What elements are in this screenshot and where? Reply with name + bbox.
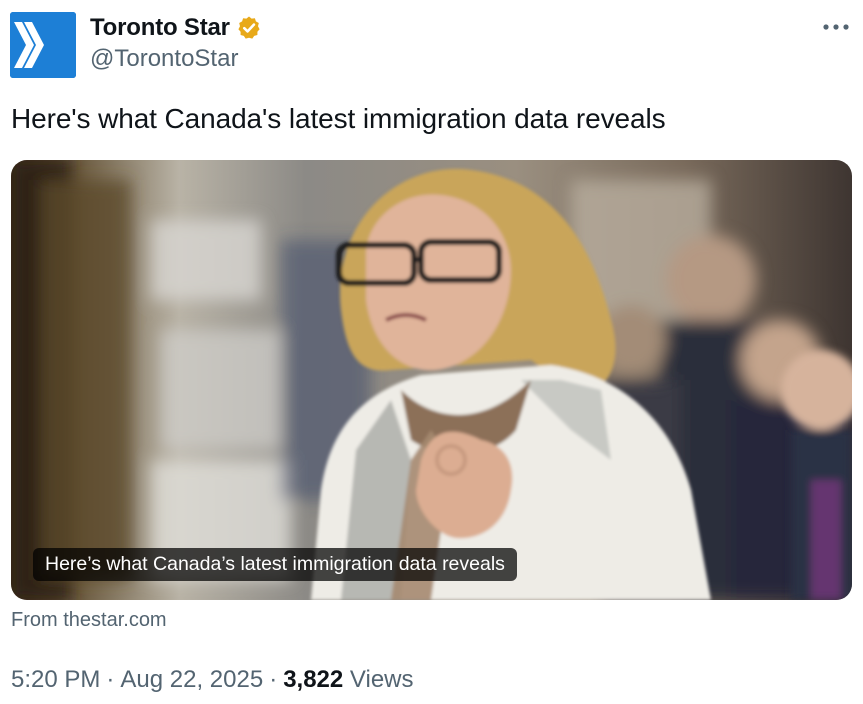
avatar[interactable] [10,12,76,78]
tweet-date[interactable]: Aug 22, 2025 [120,666,263,693]
tweet-text: Here's what Canada's latest immigration … [11,103,666,134]
more-options-button[interactable] [821,16,851,38]
views-count: 3,822 [283,666,344,693]
tweet-author: Toronto Star @TorontoStar [90,13,262,73]
toronto-star-logo-icon [10,12,76,78]
meta-separator: · [269,666,278,693]
author-name-row: Toronto Star [90,13,262,43]
link-card[interactable]: Here’s what Canada’s latest immigration … [11,160,852,600]
more-horizontal-icon [823,24,849,30]
author-handle[interactable]: @TorontoStar [90,45,262,73]
article-photo [11,160,852,600]
meta-separator: · [106,666,115,693]
tweet-meta: 5:20 PM · Aug 22, 2025 · 3,822 Views [11,666,414,694]
tweet-time[interactable]: 5:20 PM [11,666,100,693]
verified-badge-icon[interactable] [236,15,262,41]
card-source-link[interactable]: From thestar.com [11,609,167,632]
author-display-name[interactable]: Toronto Star [90,14,230,42]
views-label: Views [349,666,414,693]
card-title: Here’s what Canada’s latest immigration … [33,548,517,581]
